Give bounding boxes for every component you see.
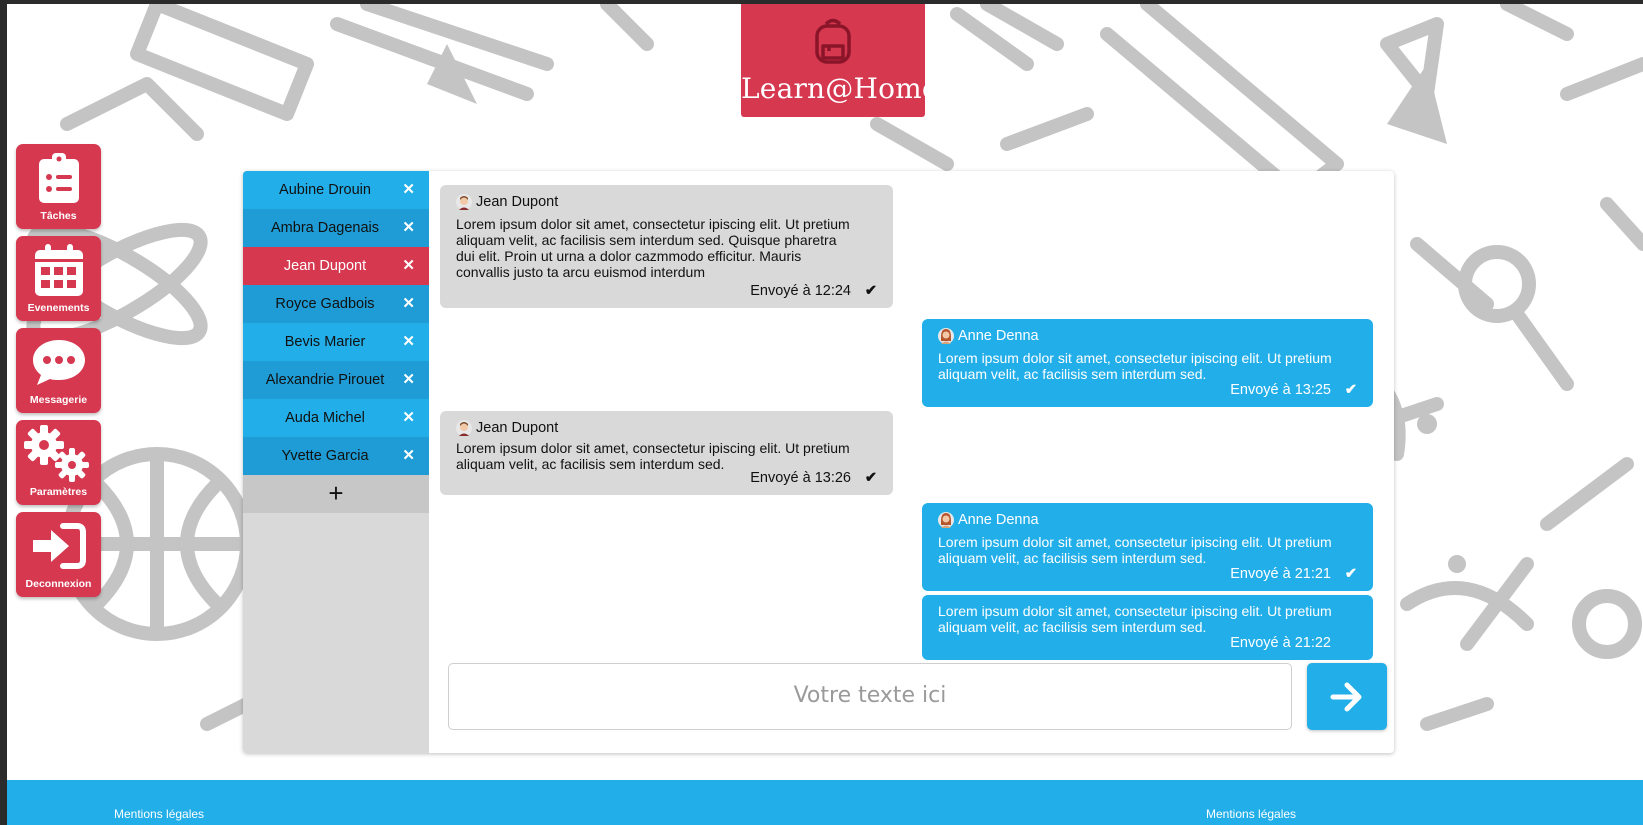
close-icon[interactable]: ✕ (402, 171, 415, 209)
message-sender: Anne Denna (938, 328, 1357, 344)
message-bubble-incoming: Jean Dupont Lorem ipsum dolor sit amet, … (440, 185, 893, 308)
nav-evenements-button[interactable]: Evenements (16, 236, 101, 321)
close-icon[interactable]: ✕ (402, 209, 415, 247)
contact-name: Yvette Garcia (281, 448, 369, 464)
message-line: Lorem ipsum dolor sit amet, consectetur … (938, 350, 1332, 366)
contact-name: Auda Michel (285, 410, 365, 426)
message-line: convallis justo ta arcu euismod interdum (456, 264, 706, 280)
message-sender: Jean Dupont (456, 194, 877, 210)
message-line: aliquam velit, ac facilisis sem interdum… (456, 232, 837, 248)
message-meta: Envoyé à 21:22 (938, 635, 1357, 651)
footer-legal-link-right[interactable]: Mentions légales (1206, 807, 1296, 821)
sender-name: Anne Denna (958, 512, 1039, 528)
contact-item[interactable]: Aubine Drouin ✕ (243, 171, 429, 209)
app-window: Learn@Home Tâches Evenements Messagerie … (7, 4, 1643, 825)
check-icon: ✔ (864, 470, 877, 486)
nav-messagerie-label: Messagerie (29, 394, 88, 406)
message-time: Envoyé à 13:25 (1230, 382, 1331, 398)
add-contact-button[interactable]: + (243, 475, 429, 513)
message-text: Lorem ipsum dolor sit amet, consectetur … (938, 350, 1357, 382)
nav-taches-label: Tâches (40, 210, 77, 222)
message-line: Lorem ipsum dolor sit amet, consectetur … (938, 603, 1332, 619)
contact-item[interactable]: Alexandrie Pirouet ✕ (243, 361, 429, 399)
backpack-icon (815, 18, 851, 64)
message-line: Lorem ipsum dolor sit amet, consectetur … (456, 440, 850, 456)
message-input[interactable]: Votre texte ici (448, 663, 1292, 730)
message-bubble-outgoing: Lorem ipsum dolor sit amet, consectetur … (922, 595, 1373, 660)
message-time: Envoyé à 13:26 (750, 470, 851, 486)
nav-messagerie-button[interactable]: Messagerie (16, 328, 101, 413)
nav-taches-button[interactable]: Tâches (16, 144, 101, 229)
message-line: aliquam velit, ac facilisis sem interdum… (938, 366, 1207, 382)
close-icon[interactable]: ✕ (402, 437, 415, 475)
contact-name: Bevis Marier (284, 334, 366, 350)
message-bubble-incoming: Jean Dupont Lorem ipsum dolor sit amet, … (440, 411, 893, 495)
close-icon[interactable]: ✕ (402, 247, 415, 285)
message-text: Lorem ipsum dolor sit amet, consectetur … (456, 440, 877, 472)
sender-name: Jean Dupont (476, 194, 559, 210)
contact-item-active[interactable]: Jean Dupont ✕ (243, 247, 429, 285)
chat-bubble-icon (32, 340, 85, 385)
contact-name: Ambra Dagenais (271, 220, 379, 236)
message-text: Lorem ipsum dolor sit amet, consectetur … (938, 534, 1357, 566)
message-sender: Jean Dupont (456, 420, 877, 436)
close-icon[interactable]: ✕ (402, 323, 415, 361)
message-line: dui elit. Proin ut urna a dolor cazmmodo… (456, 248, 802, 264)
message-text: Lorem ipsum dolor sit amet, consectetur … (938, 603, 1357, 635)
message-line: aliquam velit, ac facilisis sem interdum… (938, 550, 1207, 566)
female-avatar-icon (938, 328, 954, 344)
calendar-icon (34, 244, 83, 296)
message-meta: Envoyé à 13:26 ✔ (456, 470, 877, 486)
female-avatar-icon (938, 512, 954, 528)
close-icon[interactable]: ✕ (402, 361, 415, 399)
nav-parametres-label: Paramètres (29, 486, 88, 498)
message-line: aliquam velit, ac facilisis sem interdum… (938, 619, 1207, 635)
message-meta: Envoyé à 21:21 ✔ (938, 566, 1357, 582)
contact-item[interactable]: Royce Gadbois ✕ (243, 285, 429, 323)
app-logo[interactable]: Learn@Home (741, 4, 939, 117)
message-text: Lorem ipsum dolor sit amet, consectetur … (456, 216, 877, 280)
nav-deconnexion-label: Deconnexion (25, 578, 92, 590)
contact-name: Royce Gadbois (275, 296, 375, 312)
message-time: Envoyé à 12:24 (750, 283, 851, 299)
contact-name: Aubine Drouin (279, 182, 371, 198)
message-meta: Envoyé à 12:24 ✔ (456, 283, 877, 299)
sign-in-icon (32, 523, 86, 569)
message-sender: Anne Denna (938, 512, 1357, 528)
contact-item[interactable]: Bevis Marier ✕ (243, 323, 429, 361)
check-icon: ✔ (864, 283, 877, 299)
contact-name: Jean Dupont (283, 258, 367, 274)
check-icon: ✔ (1344, 566, 1357, 582)
sender-name: Anne Denna (958, 328, 1039, 344)
message-bubble-outgoing: Anne Denna Lorem ipsum dolor sit amet, c… (922, 319, 1373, 407)
nav-parametres-button[interactable]: Paramètres (16, 420, 101, 505)
contact-item[interactable]: Yvette Garcia ✕ (243, 437, 429, 475)
check-icon: ✔ (1344, 382, 1357, 398)
clipboard-list-icon (38, 153, 79, 203)
contact-item[interactable]: Ambra Dagenais ✕ (243, 209, 429, 247)
close-icon[interactable]: ✕ (402, 399, 415, 437)
message-line: Lorem ipsum dolor sit amet, consectetur … (456, 216, 850, 232)
footer: Mentions légales Mentions légales (7, 780, 1643, 825)
message-bubble-outgoing: Anne Denna Lorem ipsum dolor sit amet, c… (922, 503, 1373, 591)
arrow-right-icon (1330, 682, 1362, 711)
male-avatar-icon (456, 194, 472, 210)
message-time: Envoyé à 21:22 (1230, 635, 1331, 651)
footer-legal-link-left[interactable]: Mentions légales (114, 807, 204, 821)
message-time: Envoyé à 21:21 (1230, 566, 1331, 582)
male-avatar-icon (456, 420, 472, 436)
message-line: Lorem ipsum dolor sit amet, consectetur … (938, 534, 1332, 550)
send-button[interactable] (1307, 663, 1387, 730)
contact-list: Aubine Drouin ✕ Ambra Dagenais ✕ Jean Du… (243, 171, 429, 753)
app-name: Learn@Home (741, 72, 939, 105)
message-meta: Envoyé à 13:25 ✔ (938, 382, 1357, 398)
contact-item[interactable]: Auda Michel ✕ (243, 399, 429, 437)
close-icon[interactable]: ✕ (402, 285, 415, 323)
sender-name: Jean Dupont (476, 420, 559, 436)
nav-evenements-label: Evenements (27, 302, 90, 314)
contact-name: Alexandrie Pirouet (265, 372, 385, 388)
nav-deconnexion-button[interactable]: Deconnexion (16, 512, 101, 597)
gears-icon (23, 425, 89, 482)
